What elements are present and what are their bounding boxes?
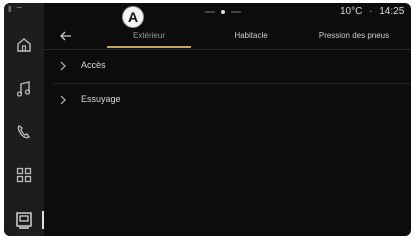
list-item-acces[interactable]: Accès [59, 53, 411, 81]
row-divider [52, 83, 411, 84]
tab-habitacle[interactable]: Habitacle [209, 31, 293, 40]
chevron-right-icon [60, 95, 66, 105]
temperature: 10°C [340, 6, 363, 17]
sidebar: ǁ ⌔ [4, 3, 44, 236]
page-indicator [205, 10, 241, 14]
list-item-label: Essuyage [81, 94, 121, 104]
apps-grid-icon[interactable] [14, 165, 34, 185]
phone-icon[interactable] [14, 122, 34, 142]
active-tab-underline [107, 46, 191, 48]
infotainment-screen: ǁ ⌔ 10°C · 14:25 Extérieur Habitacle Pre… [4, 3, 411, 236]
vehicle-settings-icon[interactable] [14, 210, 34, 230]
chevron-right-icon [60, 61, 66, 71]
status-icons: ǁ ⌔ [8, 5, 24, 15]
tabs-divider [44, 49, 411, 50]
time: 14:25 [379, 6, 405, 17]
signal-icon: ǁ [8, 5, 13, 14]
home-icon[interactable] [14, 35, 34, 55]
active-indicator [42, 211, 44, 229]
list-item-essuyage[interactable]: Essuyage [59, 87, 411, 115]
tab-pression-des-pneus[interactable]: Pression des pneus [304, 31, 404, 40]
separator: · [369, 6, 373, 17]
tab-exterieur[interactable]: Extérieur [107, 31, 191, 40]
music-icon[interactable] [14, 79, 34, 99]
callout-marker: A [122, 6, 144, 28]
list-item-label: Accès [81, 60, 106, 70]
status-clock: 10°C · 14:25 [340, 6, 404, 17]
wifi-icon: ⌔ [15, 5, 25, 14]
back-arrow-icon[interactable] [59, 30, 73, 42]
